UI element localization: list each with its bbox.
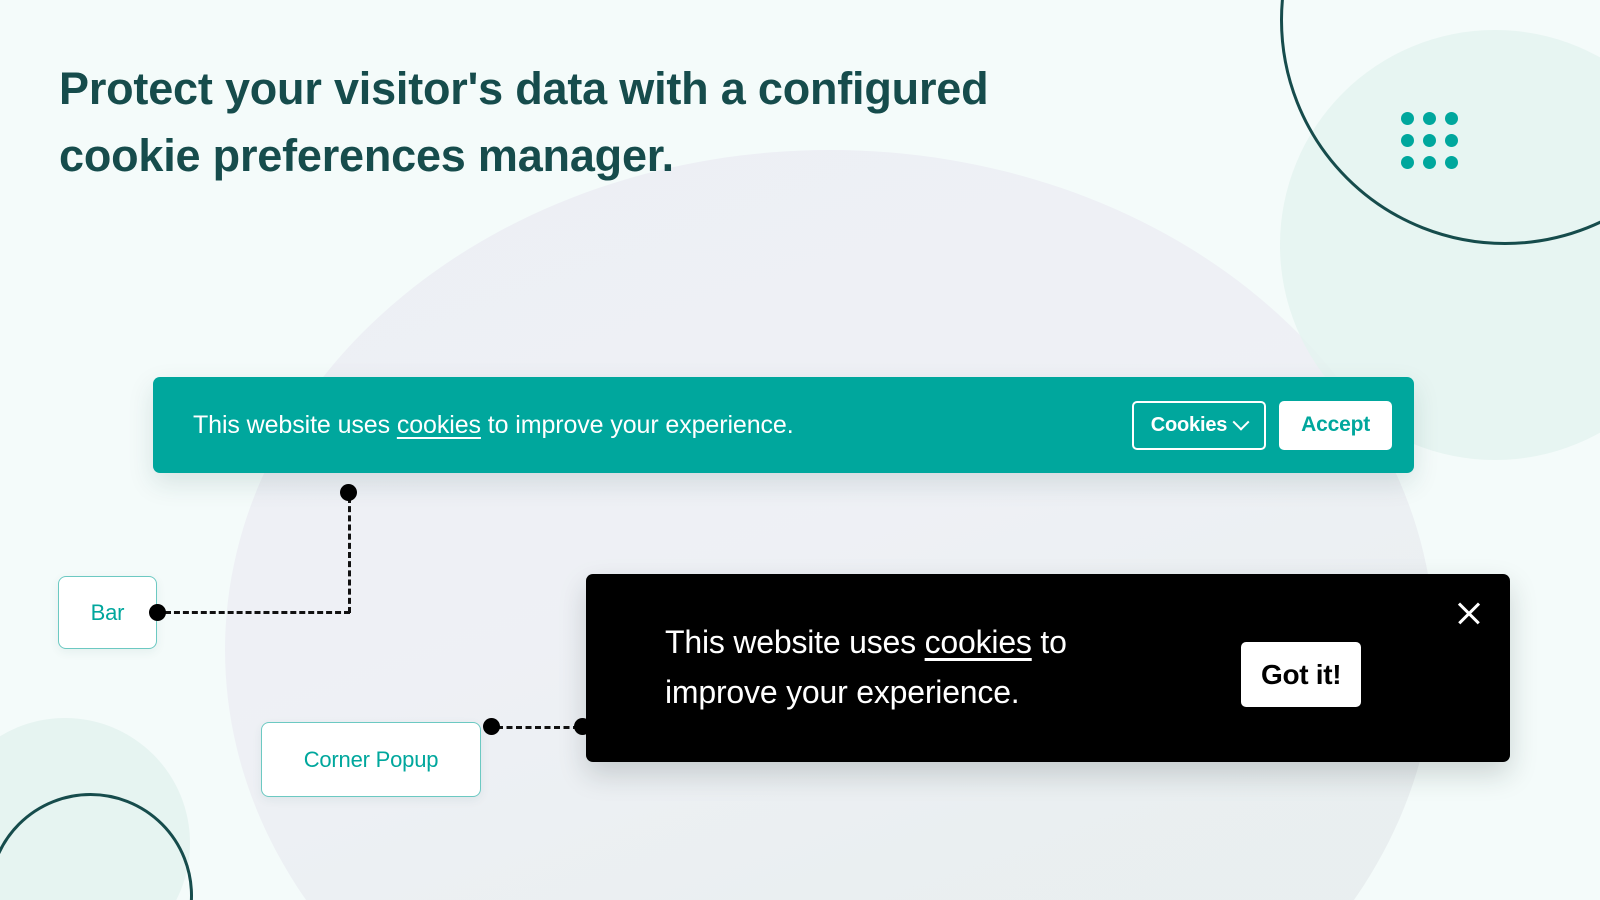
page-title-line-1: Protect your visitor's data with a confi… bbox=[59, 63, 989, 114]
cookies-dropdown-button[interactable]: Cookies bbox=[1131, 400, 1267, 450]
callout-chip-corner-popup[interactable]: Corner Popup bbox=[261, 722, 481, 797]
corner-popup-message-prefix: This website uses bbox=[665, 624, 925, 661]
callout-chip-bar-label: Bar bbox=[90, 599, 125, 625]
connector-node-bar-end bbox=[340, 484, 357, 501]
page-title-line-2: cookie preferences manager. bbox=[59, 129, 674, 181]
cookie-consent-bar: This website uses cookies to improve you… bbox=[153, 377, 1414, 473]
page-title: Protect your visitor's data with a confi… bbox=[59, 56, 1109, 189]
corner-popup-message: This website uses cookies to improve you… bbox=[665, 618, 1185, 717]
connector-node-corner-popup-start bbox=[483, 718, 500, 735]
connector-node-corner-popup-end bbox=[574, 718, 591, 735]
callout-chip-corner-popup-label: Corner Popup bbox=[303, 746, 439, 772]
chevron-down-icon bbox=[1232, 413, 1250, 431]
corner-popup-dialog: This website uses cookies to improve you… bbox=[586, 574, 1510, 762]
connector-line-bar-horizontal bbox=[165, 611, 350, 614]
cookie-bar-message-prefix: This website uses bbox=[193, 410, 397, 439]
connector-node-bar-start bbox=[149, 604, 166, 621]
corner-popup-cookies-link[interactable]: cookies bbox=[925, 624, 1032, 660]
dot-grid-icon bbox=[1401, 112, 1458, 169]
cookie-bar-actions: Cookies Accept bbox=[1131, 400, 1392, 450]
cookie-bar-message: This website uses cookies to improve you… bbox=[193, 411, 1132, 440]
connector-line-bar-vertical bbox=[348, 497, 351, 613]
cookie-bar-cookies-link[interactable]: cookies bbox=[397, 411, 481, 439]
close-icon[interactable] bbox=[1451, 595, 1487, 631]
cookies-dropdown-label: Cookies bbox=[1150, 413, 1228, 436]
callout-chip-bar[interactable]: Bar bbox=[58, 576, 157, 649]
got-it-button[interactable]: Got it! bbox=[1241, 642, 1362, 707]
connector-line-corner-popup bbox=[497, 726, 579, 729]
cookie-bar-message-suffix: to improve your experience. bbox=[480, 410, 794, 439]
accept-button[interactable]: Accept bbox=[1279, 400, 1392, 450]
